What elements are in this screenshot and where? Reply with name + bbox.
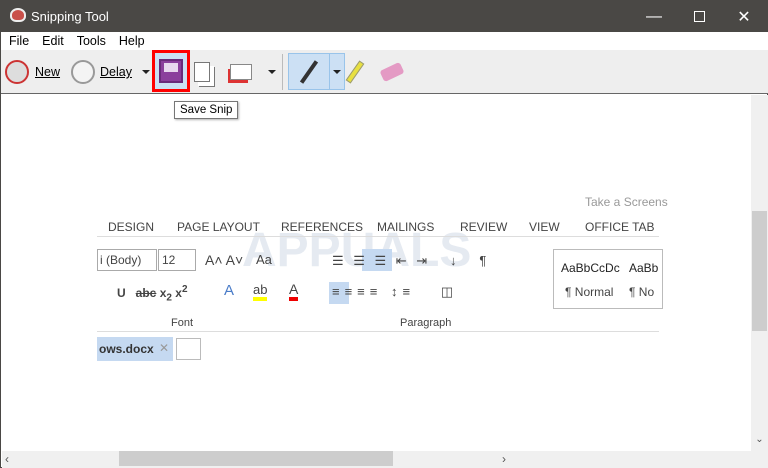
ribbon-tab-review: REVIEW [460, 220, 508, 234]
scroll-left-button[interactable]: ‹ [5, 452, 9, 466]
scroll-down-button[interactable]: ⌄ [751, 434, 768, 451]
style-nospacing-preview: AaBb [629, 261, 659, 275]
snipping-tool-window: Snipping Tool — ✕ File Edit Tools Help N… [0, 0, 768, 468]
pen-icon [299, 59, 319, 84]
copy-button[interactable] [194, 56, 210, 88]
snip-take-screenshot: Take a Screens [585, 195, 668, 209]
floppy-disk-icon [159, 59, 183, 83]
ribbon-tab-references: REFERENCES [281, 220, 364, 234]
title-bar: Snipping Tool — ✕ [1, 1, 768, 32]
email-icon [230, 64, 252, 80]
send-snip-button[interactable] [230, 56, 252, 88]
change-case-button: Aa [256, 252, 272, 267]
clock-icon [71, 60, 95, 84]
eraser-button[interactable] [379, 56, 405, 88]
close-button[interactable]: ✕ [721, 1, 767, 32]
send-dropdown[interactable] [268, 56, 276, 88]
captured-snip: Take a Screens APPUALS DESIGN PAGE LAYOU… [97, 95, 668, 451]
pen-dropdown[interactable] [329, 53, 345, 90]
scroll-up-button[interactable] [751, 95, 768, 112]
document-tab: ows.docx [99, 342, 154, 356]
horizontal-scroll-thumb[interactable] [119, 451, 393, 466]
window-title: Snipping Tool [31, 9, 109, 24]
menu-edit[interactable]: Edit [42, 34, 64, 48]
menu-tools[interactable]: Tools [77, 34, 106, 48]
vertical-scroll-thumb[interactable] [752, 211, 767, 331]
new-button[interactable]: New [5, 56, 60, 88]
font-size-box: 12 [158, 249, 196, 271]
ribbon-tab-design: DESIGN [108, 220, 155, 234]
vertical-scrollbar[interactable]: ⌄ [751, 95, 768, 451]
style-normal-name: ¶ Normal [565, 285, 614, 299]
toolbar-divider [282, 54, 283, 90]
ribbon-tab-mailings: MAILINGS [377, 220, 435, 234]
toolbar: New Delay [1, 50, 768, 94]
delay-button[interactable]: Delay [71, 56, 132, 88]
menu-help[interactable]: Help [119, 34, 145, 48]
scissors-icon [5, 60, 29, 84]
eraser-icon [379, 61, 405, 83]
scroll-right-button[interactable]: › [502, 452, 506, 466]
highlighter-button[interactable] [345, 56, 365, 88]
pen-button[interactable] [288, 53, 330, 90]
style-normal-preview: AaBbCcDc [561, 261, 620, 275]
menu-file[interactable]: File [9, 34, 29, 48]
maximize-button[interactable] [676, 1, 722, 32]
snipping-tool-icon [10, 8, 26, 22]
group-paragraph-label: Paragraph [400, 317, 452, 329]
group-font-label: Font [171, 317, 194, 329]
snip-canvas: Take a Screens APPUALS DESIGN PAGE LAYOU… [2, 95, 751, 451]
ribbon-tab-view: VIEW [529, 220, 560, 234]
new-label: New [35, 65, 61, 79]
minimize-button[interactable]: — [631, 1, 677, 32]
menu-bar: File Edit Tools Help [1, 32, 768, 50]
save-snip-button[interactable] [152, 50, 190, 92]
save-snip-tooltip: Save Snip [174, 101, 239, 119]
delay-dropdown[interactable] [142, 56, 150, 88]
font-name-box: i (Body) [97, 249, 157, 271]
delay-label: Delay [100, 65, 132, 79]
ribbon-tab-office-tab: OFFICE TAB [585, 220, 655, 234]
horizontal-scrollbar[interactable]: ‹ › [2, 451, 768, 468]
ribbon-tab-page-layout: PAGE LAYOUT [177, 220, 260, 234]
style-nospacing-name: ¶ No [629, 285, 655, 299]
copy-icon [194, 62, 210, 82]
highlighter-icon [345, 60, 365, 84]
